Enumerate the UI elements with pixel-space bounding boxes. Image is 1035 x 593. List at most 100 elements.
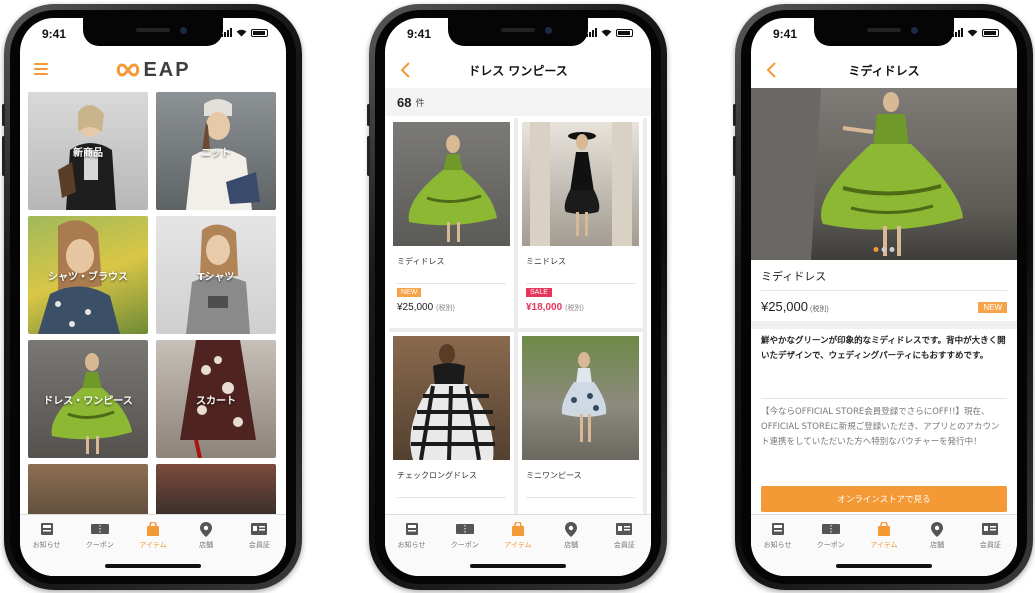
hero-photo-green-dress <box>751 88 963 260</box>
category-label: スカート <box>196 395 236 407</box>
logo-infinity-icon <box>117 63 140 77</box>
carousel-pagination[interactable] <box>873 247 895 252</box>
divider <box>761 398 1007 399</box>
product-card[interactable]: ミニワンピース <box>518 332 643 542</box>
screen-category-list: 9:41 EAP 新商品 ニット シャツ・ブラウス Tシャツ ドレス・ワンピース… <box>20 18 286 576</box>
home-indicator <box>470 564 566 568</box>
product-price: ¥25,000 (税別) <box>761 299 829 314</box>
product-card[interactable]: ミニドレス SALE ¥18,000 (税別) <box>518 118 643 328</box>
category-label: シャツ・ブラウス <box>48 271 128 283</box>
product-card[interactable]: ミディドレス NEW ¥25,000 (税別) <box>389 118 514 328</box>
online-store-button[interactable]: オンラインストアで見る <box>761 486 1007 512</box>
price-value: ¥25,000 <box>397 302 434 313</box>
bag-icon <box>877 522 890 536</box>
tab-label: 会員証 <box>979 541 1001 549</box>
tab-label: クーポン <box>450 541 479 549</box>
category-tile-shirt-blouse[interactable]: シャツ・ブラウス <box>28 216 148 334</box>
status-time: 9:41 <box>42 27 67 41</box>
member-card-icon <box>251 523 268 535</box>
tab-label: クーポン <box>85 541 114 549</box>
wifi-icon <box>601 29 612 37</box>
product-name: ミニワンピース <box>526 471 582 480</box>
tab-news[interactable]: お知らせ <box>25 521 69 576</box>
category-tile-new[interactable]: 新商品 <box>28 92 148 210</box>
divider <box>397 283 506 284</box>
category-label: 新商品 <box>73 147 103 159</box>
tax-note: (税別) <box>436 305 455 312</box>
product-name: ミニドレス <box>526 257 566 266</box>
product-card[interactable]: チェックロングドレス <box>389 332 514 542</box>
price-value: ¥25,000 <box>761 299 808 314</box>
tab-member[interactable]: 会員証 <box>968 521 1012 576</box>
product-price: ¥18,000 (税別) <box>526 302 584 313</box>
header: ドレス ワンピース <box>385 52 651 88</box>
status-time: 9:41 <box>407 27 432 41</box>
product-price: ¥25,000 (税別) <box>397 302 455 313</box>
tab-label: 店舗 <box>930 541 945 549</box>
product-description: 鮮やかなグリーンが印象的なミディドレスです。背中が大きく開いたデザインで、ウェデ… <box>761 336 1006 361</box>
category-label: ドレス・ワンピース <box>43 395 133 407</box>
new-badge: NEW <box>978 302 1007 313</box>
category-grid: 新商品 ニット シャツ・ブラウス Tシャツ ドレス・ワンピース スカート <box>28 92 278 524</box>
status-icons <box>586 28 633 37</box>
coupon-icon <box>90 524 109 534</box>
divider <box>761 290 1007 291</box>
tab-label: アイテム <box>139 541 167 549</box>
result-count: 68 件 <box>385 88 651 116</box>
phone-frame-3: 9:41 ミディドレス ミディドレス ¥25,000 (税別) NEW 鮮やかな… <box>733 4 1033 590</box>
header: ミディドレス <box>751 52 1017 88</box>
coupon-icon <box>821 524 840 534</box>
news-icon <box>771 523 784 535</box>
screen-product-detail: 9:41 ミディドレス ミディドレス ¥25,000 (税別) NEW 鮮やかな… <box>751 18 1017 576</box>
notch <box>814 18 954 46</box>
divider <box>526 497 635 498</box>
volume-button <box>733 104 736 126</box>
header: EAP <box>20 52 286 88</box>
notch <box>448 18 588 46</box>
sale-badge: SALE <box>526 288 552 297</box>
member-card-icon <box>616 523 633 535</box>
product-image-carousel[interactable] <box>751 88 1017 260</box>
location-pin-icon <box>200 521 213 537</box>
tab-news[interactable]: お知らせ <box>756 521 800 576</box>
tab-label: お知らせ <box>32 541 61 549</box>
tab-label: 店舗 <box>199 541 214 549</box>
tab-member[interactable]: 会員証 <box>602 521 646 576</box>
wifi-icon <box>236 29 247 37</box>
product-grid: ミディドレス NEW ¥25,000 (税別) ミニドレス SALE ¥18,00… <box>389 118 647 542</box>
tab-label: 店舗 <box>564 541 579 549</box>
home-indicator <box>836 564 932 568</box>
category-tile-knit[interactable]: ニット <box>156 92 276 210</box>
product-image <box>393 122 510 246</box>
tab-label: アイテム <box>504 541 532 549</box>
phone-frame-2: 9:41 ドレス ワンピース 68 件 ミディドレス NEW ¥25,000 (… <box>367 4 667 590</box>
wifi-icon <box>967 29 978 37</box>
new-badge: NEW <box>397 288 422 297</box>
divider <box>526 283 635 284</box>
back-chevron-icon[interactable] <box>397 60 417 80</box>
battery-icon <box>616 28 633 37</box>
volume-button <box>367 104 370 126</box>
app-logo: EAP <box>115 59 190 82</box>
tax-note: (税別) <box>565 305 584 312</box>
back-chevron-icon[interactable] <box>763 60 783 80</box>
volume-button <box>367 136 370 176</box>
tax-note: (税別) <box>810 306 829 313</box>
battery-icon <box>982 28 999 37</box>
screen-product-list: 9:41 ドレス ワンピース 68 件 ミディドレス NEW ¥25,000 (… <box>385 18 651 576</box>
price-value: ¥18,000 <box>526 302 563 313</box>
product-name: ミディドレス <box>761 270 827 283</box>
hamburger-menu-icon[interactable] <box>34 63 48 75</box>
product-name: チェックロングドレス <box>397 471 477 480</box>
bag-icon <box>146 522 159 536</box>
volume-button <box>2 104 5 126</box>
category-tile-skirt[interactable]: スカート <box>156 340 276 458</box>
tab-news[interactable]: お知らせ <box>390 521 434 576</box>
phone-frame-1: 9:41 EAP 新商品 ニット シャツ・ブラウス Tシャツ ドレス・ワンピース… <box>2 4 302 590</box>
coupon-icon <box>455 524 474 534</box>
category-tile-tshirt[interactable]: Tシャツ <box>156 216 276 334</box>
category-tile-dress[interactable]: ドレス・ワンピース <box>28 340 148 458</box>
tab-member[interactable]: 会員証 <box>237 521 281 576</box>
home-indicator <box>105 564 201 568</box>
tab-label: 会員証 <box>613 541 635 549</box>
